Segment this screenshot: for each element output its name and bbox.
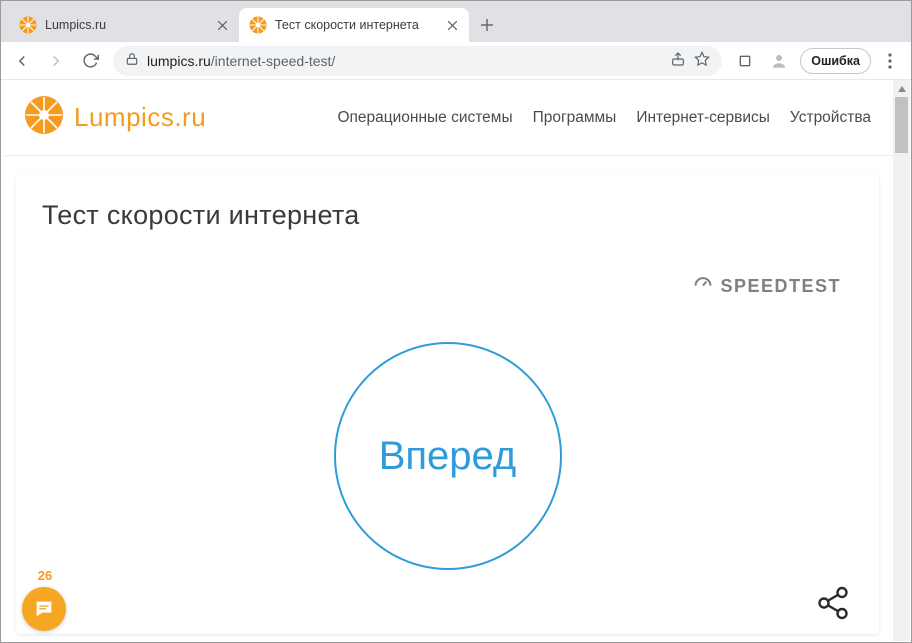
browser-toolbar: lumpics.ru/internet-speed-test/ Ошибка	[1, 42, 911, 80]
back-button[interactable]	[7, 46, 37, 76]
logo-text: Lumpics.ru	[74, 102, 206, 133]
url-text: lumpics.ru/internet-speed-test/	[147, 53, 662, 69]
go-button[interactable]: Вперед	[334, 342, 562, 570]
nav-item-devices[interactable]: Устройства	[790, 109, 871, 127]
tab-strip: Lumpics.ru Тест скорости интернета	[1, 1, 911, 42]
page-viewport: Lumpics.ru Операционные системы Программ…	[2, 80, 910, 641]
gauge-icon	[693, 274, 713, 299]
favicon-icon	[249, 16, 267, 34]
page-content: Lumpics.ru Операционные системы Программ…	[2, 80, 893, 641]
error-label: Ошибка	[811, 54, 860, 68]
close-tab-icon[interactable]	[445, 18, 459, 32]
go-label: Вперед	[379, 434, 517, 479]
tab-title: Тест скорости интернета	[275, 18, 439, 32]
address-bar[interactable]: lumpics.ru/internet-speed-test/	[113, 46, 722, 76]
error-indicator[interactable]: Ошибка	[800, 48, 871, 74]
tab-title: Lumpics.ru	[45, 18, 209, 32]
reload-button[interactable]	[75, 46, 105, 76]
chat-count: 26	[38, 568, 52, 583]
tab-speedtest[interactable]: Тест скорости интернета	[239, 8, 469, 42]
profile-avatar-icon[interactable]	[764, 46, 794, 76]
share-icon[interactable]	[815, 585, 851, 626]
forward-button[interactable]	[41, 46, 71, 76]
chat-bubble-icon	[22, 587, 66, 631]
lock-icon	[125, 52, 139, 69]
close-tab-icon[interactable]	[215, 18, 229, 32]
tab-lumpics[interactable]: Lumpics.ru	[9, 8, 239, 42]
new-tab-button[interactable]	[473, 11, 501, 39]
speedtest-label: SPEEDTEST	[720, 276, 841, 297]
extensions-icon[interactable]	[730, 46, 760, 76]
bookmark-star-icon[interactable]	[694, 51, 710, 70]
favicon-icon	[19, 16, 37, 34]
scroll-up-arrow-icon[interactable]	[893, 80, 910, 97]
site-header: Lumpics.ru Операционные системы Программ…	[2, 80, 893, 156]
content-panel: Тест скорости интернета SPEEDTEST Вперед	[16, 174, 879, 634]
vertical-scrollbar[interactable]	[893, 80, 910, 641]
page-title: Тест скорости интернета	[42, 200, 853, 231]
logo-icon	[24, 95, 64, 140]
share-url-icon[interactable]	[670, 51, 686, 70]
site-nav: Операционные системы Программы Интернет-…	[337, 109, 871, 127]
browser-window: Lumpics.ru Тест скорости интернета	[0, 0, 912, 643]
menu-button[interactable]	[875, 46, 905, 76]
chat-widget[interactable]: 26	[22, 568, 66, 631]
nav-item-os[interactable]: Операционные системы	[337, 109, 512, 127]
site-logo[interactable]: Lumpics.ru	[24, 95, 206, 140]
toolbar-right: Ошибка	[730, 46, 905, 76]
nav-item-services[interactable]: Интернет-сервисы	[636, 109, 770, 127]
speedtest-badge[interactable]: SPEEDTEST	[693, 274, 841, 299]
scroll-thumb[interactable]	[895, 97, 908, 153]
nav-item-programs[interactable]: Программы	[533, 109, 617, 127]
